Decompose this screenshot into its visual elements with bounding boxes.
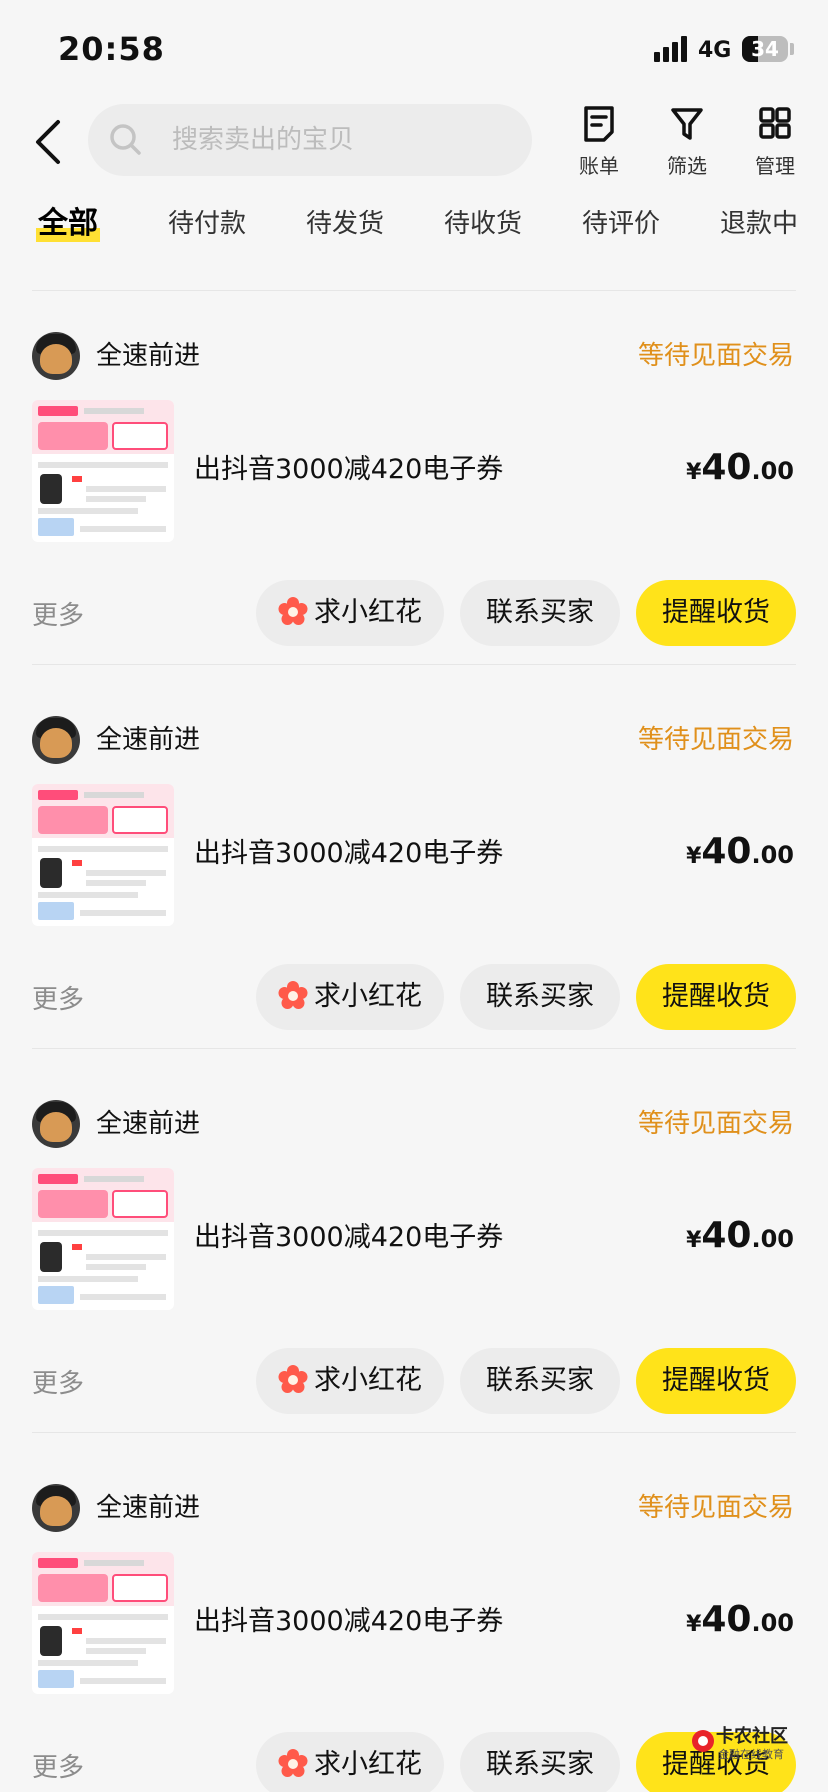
contact-buyer-button[interactable]: 联系买家 [460,964,620,1030]
back-button[interactable] [30,112,70,172]
flower-icon [278,1364,308,1393]
status-bar: 20:58 4G 34 [0,0,828,100]
watermark: 卡农社区 金融在线教育 [690,1726,810,1766]
order-card[interactable]: 全速前进 等待见面交易 出抖音3000减420电子券 ¥40.00 更多 求小红… [0,1058,828,1442]
flower-icon [278,1748,308,1777]
item-title[interactable]: 出抖音3000减420电子券 [194,1218,503,1258]
filter-label: 筛选 [667,154,707,178]
seller-name[interactable]: 全速前进 [96,336,200,376]
ask-flower-label: 求小红花 [314,981,422,1012]
divider [32,664,796,665]
price-decimal: .00 [751,1225,794,1253]
more-button[interactable]: 更多 [32,596,84,636]
item-title[interactable]: 出抖音3000减420电子券 [194,834,503,874]
more-button[interactable]: 更多 [32,980,84,1020]
ask-flower-button[interactable]: 求小红花 [256,1348,444,1414]
divider [32,1048,796,1049]
avatar[interactable] [32,716,80,764]
order-status: 等待见面交易 [637,1109,794,1139]
tab-pending-payment[interactable]: 待付款 [168,204,246,244]
tab-pending-review[interactable]: 待评价 [582,204,660,244]
item-price: ¥40.00 [686,830,794,880]
ask-flower-button[interactable]: 求小红花 [256,964,444,1030]
ask-flower-label: 求小红花 [314,597,422,628]
flower-icon [278,980,308,1009]
price-currency: ¥ [686,460,702,485]
divider [32,1432,796,1433]
price-currency: ¥ [686,844,702,869]
ask-flower-label: 求小红花 [314,1749,422,1780]
product-thumbnail[interactable] [32,1552,174,1694]
remind-receipt-button[interactable]: 提醒收货 [636,580,796,646]
order-card[interactable]: 全速前进 等待见面交易 出抖音3000减420电子券 ¥40.00 更多 求小红… [0,674,828,1058]
signal-icon [654,36,690,62]
search-icon [110,124,141,155]
network-label: 4G [698,38,732,63]
contact-buyer-button[interactable]: 联系买家 [460,580,620,646]
product-thumbnail[interactable] [32,784,174,926]
price-decimal: .00 [751,457,794,485]
product-thumbnail[interactable] [32,1168,174,1310]
bill-button[interactable]: 账单 [564,104,634,178]
tab-pending-receipt[interactable]: 待收货 [444,204,522,244]
filter-button[interactable]: 筛选 [652,104,722,178]
seller-name[interactable]: 全速前进 [96,1488,200,1528]
avatar[interactable] [32,1100,80,1148]
seller-name[interactable]: 全速前进 [96,720,200,760]
price-integer: 40 [701,831,752,872]
manage-label: 管理 [755,154,795,178]
item-title[interactable]: 出抖音3000减420电子券 [194,450,503,490]
watermark-logo-icon [692,1730,714,1752]
order-card[interactable]: 全速前进 等待见面交易 出抖音3000减420电子券 ¥40.00 更多 求小红… [0,290,828,674]
flower-icon [278,596,308,625]
battery-icon: 34 [742,36,788,62]
ask-flower-label: 求小红花 [314,1365,422,1396]
search-input[interactable]: 搜索卖出的宝贝 [88,104,532,176]
battery-level: 34 [751,37,779,61]
contact-buyer-button[interactable]: 联系买家 [460,1732,620,1792]
order-status: 等待见面交易 [637,725,794,755]
ask-flower-button[interactable]: 求小红花 [256,580,444,646]
more-button[interactable]: 更多 [32,1748,84,1788]
price-integer: 40 [701,447,752,488]
item-price: ¥40.00 [686,446,794,496]
bill-label: 账单 [579,154,619,178]
product-thumbnail[interactable] [32,400,174,542]
bill-icon [584,106,614,142]
remind-receipt-button[interactable]: 提醒收货 [636,964,796,1030]
manage-button[interactable]: 管理 [740,104,810,178]
seller-name[interactable]: 全速前进 [96,1104,200,1144]
watermark-subtitle: 金融在线教育 [718,1748,784,1761]
price-integer: 40 [701,1215,752,1256]
chevron-left-icon [36,120,60,164]
watermark-title: 卡农社区 [716,1726,788,1747]
status-time: 20:58 [58,30,165,68]
item-price: ¥40.00 [686,1214,794,1264]
avatar[interactable] [32,1484,80,1532]
order-status: 等待见面交易 [637,1493,794,1523]
item-price: ¥40.00 [686,1598,794,1648]
order-tabs: 全部 待付款 待发货 待收货 待评价 退款中 [0,204,828,254]
filter-icon [671,108,703,140]
avatar[interactable] [32,332,80,380]
price-decimal: .00 [751,1609,794,1637]
price-decimal: .00 [751,841,794,869]
remind-receipt-button[interactable]: 提醒收货 [636,1348,796,1414]
search-placeholder: 搜索卖出的宝贝 [172,125,355,155]
price-currency: ¥ [686,1228,702,1253]
item-title[interactable]: 出抖音3000减420电子券 [194,1602,503,1642]
more-button[interactable]: 更多 [32,1364,84,1404]
ask-flower-button[interactable]: 求小红花 [256,1732,444,1792]
tab-refunding[interactable]: 退款中 [720,204,798,244]
contact-buyer-button[interactable]: 联系买家 [460,1348,620,1414]
tab-all[interactable]: 全部 [36,204,100,244]
price-integer: 40 [701,1599,752,1640]
tab-pending-shipment[interactable]: 待发货 [306,204,384,244]
order-status: 等待见面交易 [637,341,794,371]
grid-icon [759,107,791,139]
price-currency: ¥ [686,1612,702,1637]
